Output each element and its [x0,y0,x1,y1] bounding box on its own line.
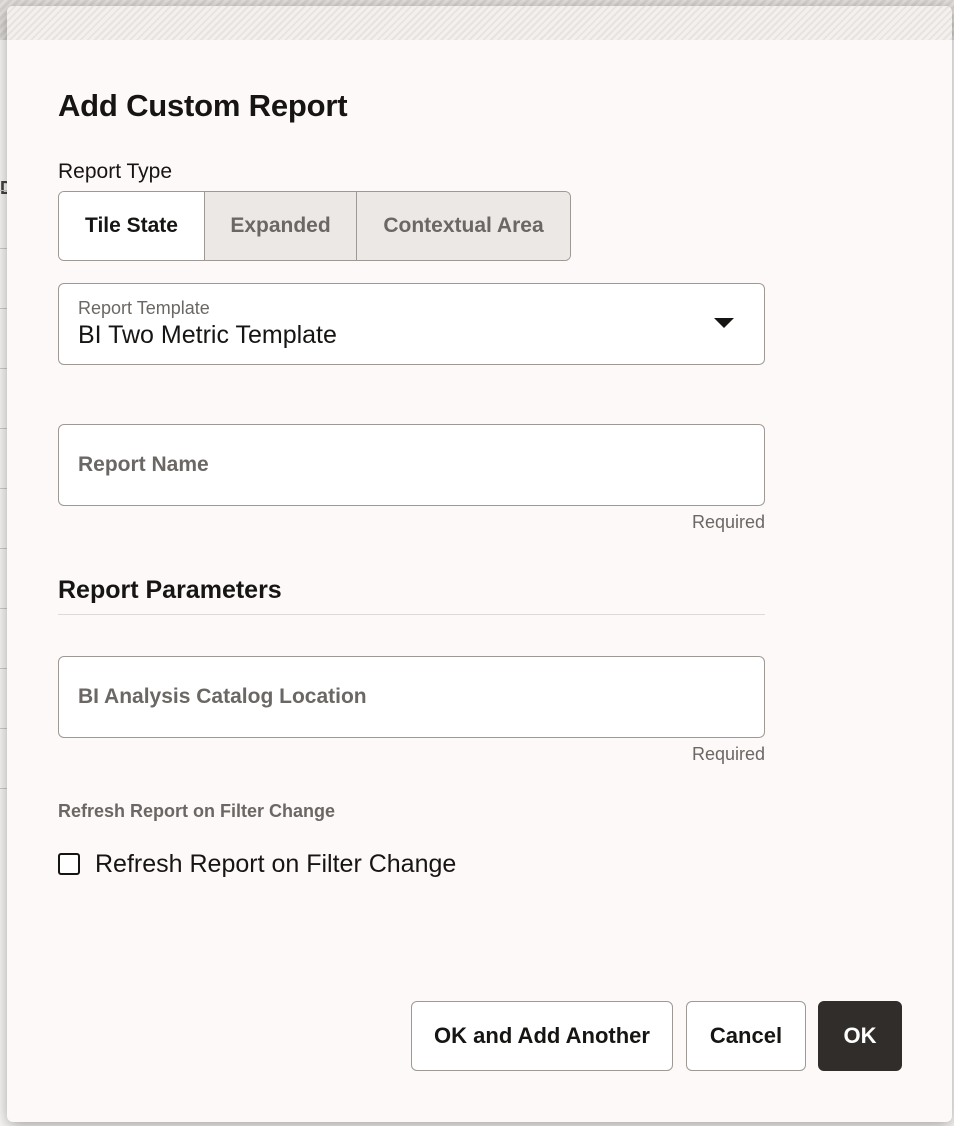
refresh-report-checkbox[interactable] [58,853,80,875]
bi-catalog-location-input[interactable]: BI Analysis Catalog Location [58,656,765,738]
cancel-button[interactable]: Cancel [686,1001,806,1071]
report-type-segmented-control: Tile State Expanded Contextual Area [58,191,571,261]
refresh-report-group-label: Refresh Report on Filter Change [58,801,336,821]
dialog-title: Add Custom Report [58,88,348,123]
report-type-tile-state-button[interactable]: Tile State [59,192,205,260]
report-template-value: BI Two Metric Template [78,321,337,349]
report-parameters-heading: Report Parameters [58,576,282,604]
report-template-label: Report Template [78,298,210,318]
bi-catalog-location-placeholder: BI Analysis Catalog Location [78,685,367,708]
bi-catalog-location-required-hint: Required [691,744,765,764]
report-type-contextual-area-button[interactable]: Contextual Area [357,192,570,260]
dialog-header-texture [7,6,952,40]
report-name-placeholder: Report Name [78,453,209,476]
caret-down-icon[interactable] [714,318,734,328]
ok-button[interactable]: OK [818,1001,902,1071]
report-type-expanded-button[interactable]: Expanded [205,192,357,260]
add-custom-report-dialog: Add Custom Report Report Type Tile State… [7,6,952,1122]
refresh-report-checkbox-row[interactable]: Refresh Report on Filter Change [58,849,456,879]
report-name-input[interactable]: Report Name [58,424,765,506]
refresh-report-checkbox-label[interactable]: Refresh Report on Filter Change [95,850,456,879]
report-template-select[interactable]: Report Template BI Two Metric Template [58,283,765,365]
ok-and-add-another-button[interactable]: OK and Add Another [411,1001,673,1071]
report-name-required-hint: Required [691,512,765,532]
section-divider [58,614,765,615]
report-type-label: Report Type [58,160,173,183]
